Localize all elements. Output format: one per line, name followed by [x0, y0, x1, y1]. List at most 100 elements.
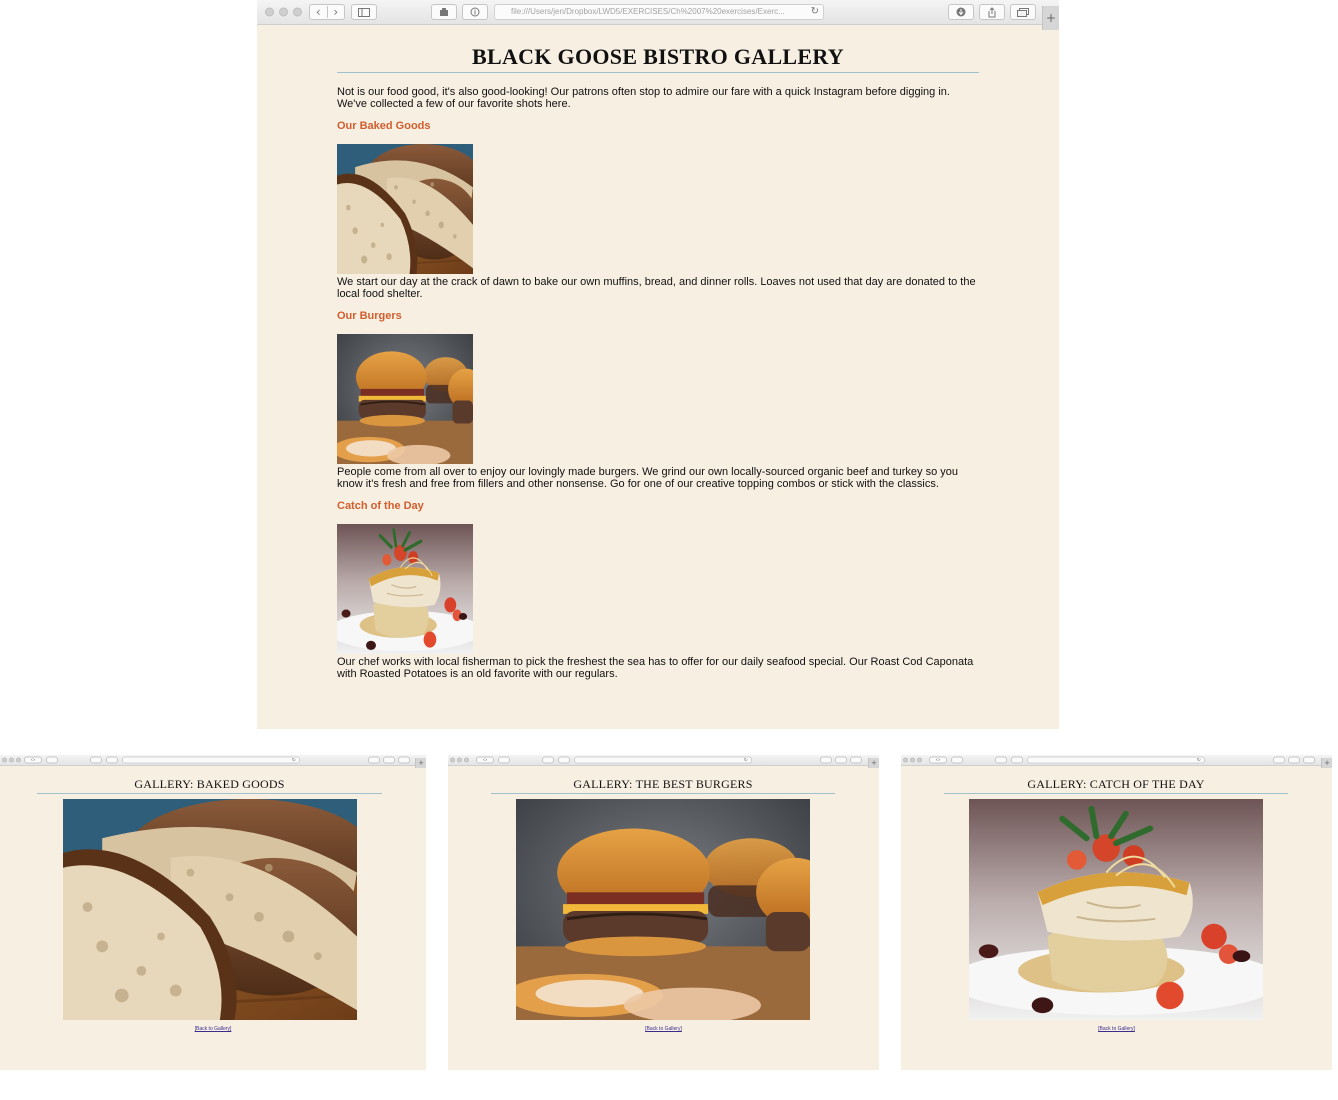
window-controls — [2, 757, 23, 763]
reload-icon[interactable]: ↻ — [811, 5, 819, 19]
back-to-gallery-link[interactable]: [Back to Gallery] — [901, 1026, 1332, 1032]
detail-window-baked-goods: ‹ › ↻ + GALLERY: BAKED GOODS [Back to Gal… — [0, 755, 426, 1070]
new-tab-button[interactable]: + — [1042, 6, 1059, 30]
zoom-window-button[interactable] — [16, 757, 21, 763]
minimize-window-button[interactable] — [910, 757, 915, 763]
info-button[interactable] — [1011, 756, 1023, 764]
extension-button[interactable] — [90, 756, 102, 764]
gallery-title: GALLERY: CATCH OF THE DAY — [944, 777, 1288, 794]
close-window-button[interactable] — [2, 757, 7, 763]
back-to-gallery-link[interactable]: [Back to Gallery] — [0, 1026, 426, 1032]
gallery-title: GALLERY: BAKED GOODS — [37, 777, 382, 794]
sidebar-button[interactable] — [351, 4, 377, 20]
download-icon — [956, 7, 966, 17]
thumbnail-link-baked-goods[interactable] — [337, 144, 979, 274]
section-text-catch-of-the-day: Our chef works with local fisherman to p… — [337, 656, 974, 680]
share-icon — [988, 6, 996, 17]
page-content: BLACK GOOSE BISTRO GALLERY Not is our fo… — [337, 24, 979, 680]
section-heading-catch-of-the-day: Catch of the Day — [337, 500, 424, 512]
browser-toolbar: ‹ › ↻ — [0, 755, 426, 766]
forward-icon[interactable]: › — [938, 757, 940, 763]
share-button[interactable] — [979, 4, 1005, 20]
new-tab-button[interactable]: + — [868, 758, 879, 768]
burger-photo — [516, 799, 810, 1020]
plus-icon: + — [1045, 11, 1057, 25]
sidebar-button[interactable] — [46, 756, 58, 764]
downloads-button[interactable] — [820, 756, 832, 764]
forward-icon[interactable]: › — [33, 757, 35, 763]
back-forward-group[interactable]: ‹ › — [476, 756, 494, 764]
zoom-window-button[interactable] — [917, 757, 922, 763]
info-button[interactable] — [462, 4, 488, 20]
reload-icon[interactable]: ↻ — [292, 758, 296, 763]
zoom-window-button[interactable] — [293, 7, 302, 17]
new-tab-button[interactable]: + — [415, 758, 426, 768]
close-window-button[interactable] — [450, 757, 455, 763]
share-button[interactable] — [835, 756, 847, 764]
tabs-overview-icon — [1017, 7, 1029, 17]
forward-icon[interactable]: › — [328, 6, 345, 18]
reload-icon[interactable]: ↻ — [744, 758, 748, 763]
address-bar[interactable]: ↻ — [122, 756, 300, 764]
address-bar[interactable]: ↻ — [1027, 756, 1205, 764]
extension-button[interactable] — [431, 4, 457, 20]
section-heading-burgers: Our Burgers — [337, 310, 402, 322]
page-title: BLACK GOOSE BISTRO GALLERY — [337, 44, 979, 73]
minimize-window-button[interactable] — [457, 757, 462, 763]
window-controls — [265, 7, 307, 17]
detail-window-burgers: ‹ › ↻ + GALLERY: THE BEST BURGERS [Back t… — [448, 755, 879, 1070]
reload-icon[interactable]: ↻ — [1197, 758, 1201, 763]
back-icon[interactable]: ‹ — [310, 6, 328, 18]
fish-photo — [969, 799, 1263, 1020]
address-text: file:///Users/jen/Dropbox/LWD5/EXERCISES… — [511, 7, 785, 16]
back-forward-group[interactable]: ‹ › — [24, 756, 42, 764]
burger-thumbnail[interactable] — [337, 334, 473, 464]
share-button[interactable] — [1288, 756, 1300, 764]
address-bar[interactable]: file:///Users/jen/Dropbox/LWD5/EXERCISES… — [494, 4, 824, 20]
bread-thumbnail[interactable] — [337, 144, 473, 274]
zoom-window-button[interactable] — [464, 757, 469, 763]
browser-toolbar: ‹ › file:///Users/jen/Dropbox/LWD5/EXERC… — [257, 0, 1059, 25]
sidebar-button[interactable] — [498, 756, 510, 764]
info-button[interactable] — [106, 756, 118, 764]
thumbnail-link-burgers[interactable] — [337, 334, 979, 464]
tabs-button[interactable] — [398, 756, 410, 764]
window-controls — [903, 757, 924, 763]
detail-window-catch-of-the-day: ‹ › ↻ + GALLERY: CATCH OF THE DAY [Back t… — [901, 755, 1332, 1070]
downloads-button[interactable] — [368, 756, 380, 764]
back-forward-group[interactable]: ‹ › — [929, 756, 947, 764]
back-to-gallery-link[interactable]: [Back to Gallery] — [448, 1026, 879, 1032]
minimize-window-button[interactable] — [279, 7, 288, 17]
address-bar[interactable]: ↻ — [574, 756, 752, 764]
extension-icon — [440, 8, 448, 16]
share-button[interactable] — [383, 756, 395, 764]
browser-toolbar: ‹ › ↻ — [901, 755, 1332, 766]
section-text-burgers: People come from all over to enjoy our l… — [337, 466, 959, 490]
tabs-button[interactable] — [1010, 4, 1036, 20]
sidebar-button[interactable] — [951, 756, 963, 764]
fish-thumbnail[interactable] — [337, 524, 473, 654]
plus-icon: + — [1324, 759, 1330, 767]
sidebar-icon — [358, 7, 370, 17]
tabs-button[interactable] — [1303, 756, 1315, 764]
thumbnail-link-catch-of-the-day[interactable] — [337, 524, 979, 654]
downloads-button[interactable] — [948, 4, 974, 20]
tabs-button[interactable] — [850, 756, 862, 764]
section-text-baked-goods: We start our day at the crack of dawn to… — [337, 276, 976, 300]
downloads-button[interactable] — [1273, 756, 1285, 764]
gallery-title: GALLERY: THE BEST BURGERS — [491, 777, 835, 794]
new-tab-button[interactable]: + — [1321, 758, 1332, 768]
main-browser-window: ‹ › file:///Users/jen/Dropbox/LWD5/EXERC… — [257, 0, 1059, 729]
section-heading-baked-goods: Our Baked Goods — [337, 120, 431, 132]
minimize-window-button[interactable] — [9, 757, 14, 763]
plus-icon: + — [871, 759, 877, 767]
plus-icon: + — [418, 759, 424, 767]
close-window-button[interactable] — [265, 7, 274, 17]
info-button[interactable] — [558, 756, 570, 764]
back-forward-group: ‹ › — [309, 4, 345, 20]
close-window-button[interactable] — [903, 757, 908, 763]
forward-icon[interactable]: › — [485, 757, 487, 763]
extension-button[interactable] — [995, 756, 1007, 764]
extension-button[interactable] — [542, 756, 554, 764]
browser-toolbar: ‹ › ↻ — [448, 755, 879, 766]
